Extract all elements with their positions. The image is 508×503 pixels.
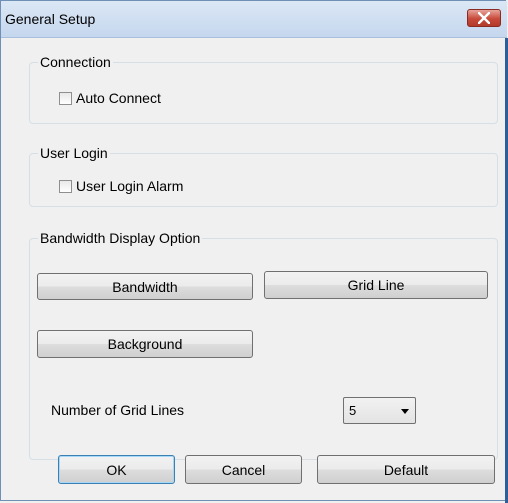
auto-connect-checkbox-box[interactable] [59,91,72,105]
chevron-down-icon [401,409,409,414]
close-button[interactable] [467,9,501,27]
grid-lines-count-label: Number of Grid Lines [51,402,185,418]
auto-connect-checkbox[interactable]: Auto Connect [59,90,161,106]
close-icon [478,12,490,24]
auto-connect-label: Auto Connect [76,90,161,106]
connection-group-label: Connection [38,54,113,70]
user-login-alarm-label: User Login Alarm [76,178,184,194]
user-login-group: User Login User Login Alarm [29,145,498,207]
user-login-group-label: User Login [38,145,110,161]
title-bar[interactable]: General Setup [1,1,507,38]
window-title: General Setup [5,11,96,27]
bandwidth-button[interactable]: Bandwidth [37,273,253,300]
connection-group: Connection Auto Connect [29,54,498,124]
bandwidth-display-group-label: Bandwidth Display Option [38,230,203,246]
user-login-alarm-checkbox-box[interactable] [59,179,72,193]
grid-lines-count-value: 5 [349,403,357,418]
background-button[interactable]: Background [37,330,253,358]
default-button[interactable]: Default [317,455,495,484]
cancel-button[interactable]: Cancel [185,455,302,484]
grid-line-button[interactable]: Grid Line [264,271,488,299]
user-login-alarm-checkbox[interactable]: User Login Alarm [59,178,183,194]
general-setup-dialog: General Setup Connection Auto Connect Us… [0,0,507,501]
ok-button[interactable]: OK [58,455,175,484]
grid-lines-count-select[interactable]: 5 [343,397,416,424]
